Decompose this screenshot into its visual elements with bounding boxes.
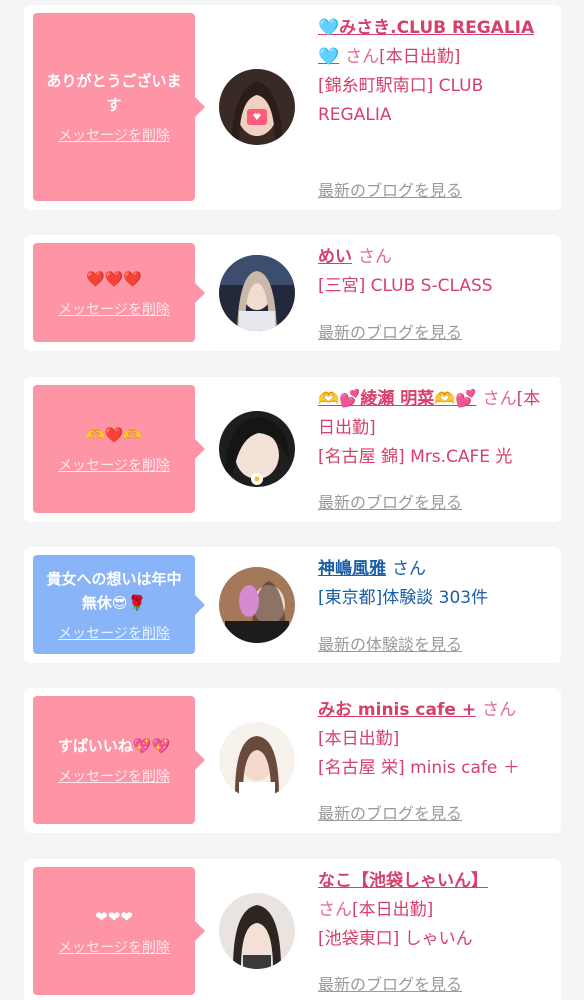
avatar[interactable] <box>219 722 295 798</box>
sender-name-link[interactable]: みお minis cafe + <box>318 700 476 720</box>
sender-name-link[interactable]: 🫶💕綾瀬 明菜🫶💕 <box>318 389 477 409</box>
message-text: ❤❤❤ <box>95 908 133 926</box>
message-bubble: 貴女への想いは年中無休😎🌹 メッセージを削除 <box>33 555 205 654</box>
delete-message-link[interactable]: メッセージを削除 <box>58 125 170 145</box>
latest-review-link[interactable]: 最新の体験談を見る <box>318 631 462 655</box>
avatar[interactable] <box>219 567 295 643</box>
latest-blog-link[interactable]: 最新のブログを見る <box>318 800 462 824</box>
message-text: すぱいいね💖💖 <box>57 737 171 755</box>
sender-info: みお minis cafe + さん [本日出勤] [名古屋 栄] minis c… <box>318 696 554 783</box>
avatar[interactable] <box>219 411 295 487</box>
message-text: ❤️❤️❤️ <box>85 269 143 288</box>
message-bubble: 🫶❤️🫶 メッセージを削除 <box>33 385 205 513</box>
message-card: ❤️❤️❤️ メッセージを削除 めい さん [三宮] CLUB S-CLASS 最… <box>24 235 561 351</box>
delete-message-link[interactable]: メッセージを削除 <box>58 766 170 786</box>
delete-message-link[interactable]: メッセージを削除 <box>58 299 170 319</box>
message-card: ありがとうございます メッセージを削除 🩵みさき.CLUB REGALIA🩵 さん… <box>24 5 561 210</box>
sender-name-link[interactable]: めい <box>318 247 352 267</box>
sender-info: なこ【池袋しゃいん】 さん[本日出勤] [池袋東口] しゃいん <box>318 867 554 954</box>
message-bubble: ❤️❤️❤️ メッセージを削除 <box>33 243 205 342</box>
status-text: [本日出勤] <box>352 900 434 920</box>
location-text: [名古屋 錦] Mrs.CAFE 光 <box>318 447 513 467</box>
message-bubble: ❤❤❤ メッセージを削除 <box>33 867 205 995</box>
location-text: [三宮] CLUB S-CLASS <box>318 276 493 296</box>
latest-blog-link[interactable]: 最新のブログを見る <box>318 971 462 995</box>
avatar[interactable] <box>219 255 295 331</box>
sender-name-link[interactable]: なこ【池袋しゃいん】 <box>318 871 488 891</box>
latest-blog-link[interactable]: 最新のブログを見る <box>318 319 462 343</box>
sender-info: 🩵みさき.CLUB REGALIA🩵 さん[本日出勤] [錦糸町駅南口] CLUB… <box>318 14 554 130</box>
location-text: [池袋東口] しゃいん <box>318 929 473 949</box>
avatar[interactable] <box>219 69 295 145</box>
delete-message-link[interactable]: メッセージを削除 <box>58 455 170 475</box>
message-card: 🫶❤️🫶 メッセージを削除 🫶💕綾瀬 明菜🫶💕 さん[本日出勤] [名古屋 錦] … <box>24 377 561 522</box>
honorific: さん <box>358 247 392 267</box>
latest-blog-link[interactable]: 最新のブログを見る <box>318 177 462 201</box>
delete-message-link[interactable]: メッセージを削除 <box>58 623 170 643</box>
honorific: さん <box>392 559 426 579</box>
status-text: [本日出勤] <box>318 729 400 749</box>
honorific: さん <box>482 700 517 720</box>
sender-name-link[interactable]: 神嶋風雅 <box>318 559 386 579</box>
message-bubble: すぱいいね💖💖 メッセージを削除 <box>33 696 205 824</box>
message-card: 貴女への想いは年中無休😎🌹 メッセージを削除 神嶋風雅 さん [東京都]体験談 3… <box>24 547 561 663</box>
latest-blog-link[interactable]: 最新のブログを見る <box>318 489 462 513</box>
location-text: [錦糸町駅南口] CLUB REGALIA <box>318 76 484 125</box>
delete-message-link[interactable]: メッセージを削除 <box>58 937 170 957</box>
sender-info: 神嶋風雅 さん [東京都]体験談 303件 <box>318 555 554 613</box>
message-text: 貴女への想いは年中無休😎🌹 <box>46 569 182 612</box>
honorific: さん <box>318 900 352 920</box>
message-card: すぱいいね💖💖 メッセージを削除 みお minis cafe + さん [本日出勤… <box>24 688 561 833</box>
sender-info: めい さん [三宮] CLUB S-CLASS <box>318 243 554 301</box>
honorific: さん <box>345 47 380 67</box>
avatar[interactable] <box>219 893 295 969</box>
message-text: ありがとうございます <box>46 72 182 114</box>
status-text: [本日出勤] <box>379 47 461 67</box>
honorific: さん <box>482 389 517 409</box>
location-text: [東京都]体験談 303件 <box>318 588 489 608</box>
message-bubble: ありがとうございます メッセージを削除 <box>33 13 205 201</box>
message-text: 🫶❤️🫶 <box>85 426 143 444</box>
sender-info: 🫶💕綾瀬 明菜🫶💕 さん[本日出勤] [名古屋 錦] Mrs.CAFE 光 <box>318 385 554 472</box>
message-card: ❤❤❤ メッセージを削除 なこ【池袋しゃいん】 さん[本日出勤] [池袋東口] … <box>24 859 561 1000</box>
location-text: [名古屋 栄] minis cafe ＋ <box>318 758 520 778</box>
